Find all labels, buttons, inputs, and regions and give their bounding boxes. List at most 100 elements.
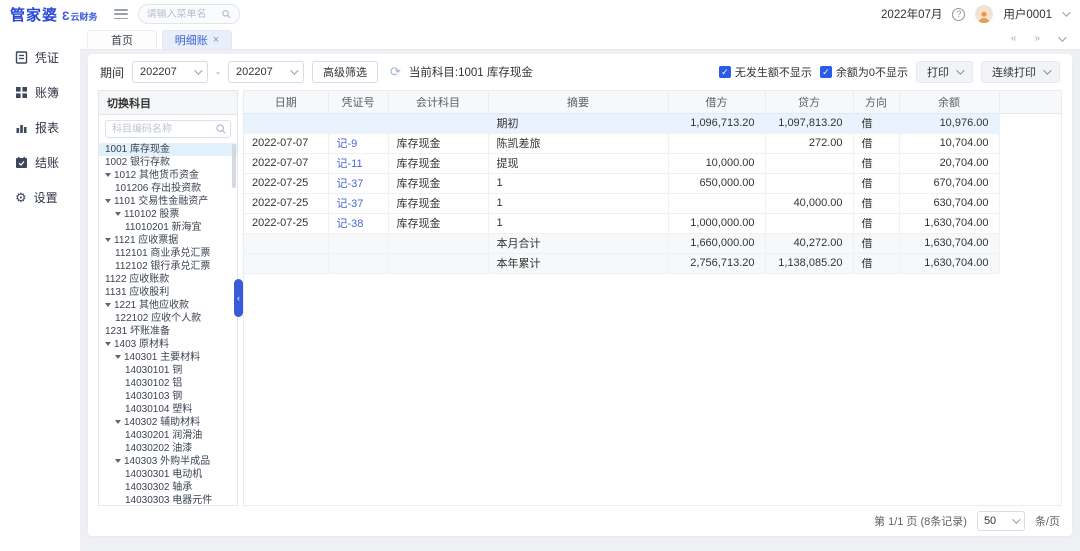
tree-item-140303[interactable]: 140303 外购半成品 <box>99 455 237 468</box>
tree-item-112101[interactable]: 112101 商业承兑汇票 <box>99 247 237 260</box>
tree-item-112102[interactable]: 112102 银行承兑汇票 <box>99 260 237 273</box>
sidebar-item-voucher[interactable]: 凭证 <box>0 40 80 75</box>
tree-expand-arrow-icon[interactable] <box>115 459 121 463</box>
tree-item-1122[interactable]: 1122 应收账款 <box>99 273 237 286</box>
tree-item-14030302[interactable]: 14030302 轴承 <box>99 481 237 494</box>
table-row-summary[interactable]: 本年累计2,756,713.201,138,085.20借1,630,704.0… <box>244 253 1061 273</box>
tree-item-1002[interactable]: 1002 银行存款 <box>99 156 237 169</box>
tree-expand-arrow-icon[interactable] <box>105 173 111 177</box>
cell-credit: 40,272.00 <box>765 233 853 253</box>
sidebar-item-settings[interactable]: ⚙ 设置 <box>0 180 80 215</box>
tree-item-1001[interactable]: 1001 库存现金 <box>99 143 237 156</box>
tree-item-label: 1002 银行存款 <box>105 157 170 168</box>
cell-date: 2022-07-07 <box>244 133 328 153</box>
table-row[interactable]: 2022-07-25记-37库存现金1650,000.00借670,704.00 <box>244 173 1061 193</box>
page-size-select[interactable]: 50 <box>977 511 1025 531</box>
panel-collapse-handle[interactable]: ‹ <box>234 279 243 317</box>
table-row-opening[interactable]: 期初1,096,713.201,097,813.20借10,976.00 <box>244 113 1061 133</box>
checkbox-no-activity[interactable]: ✓ 无发生额不显示 <box>719 64 812 80</box>
menu-search[interactable] <box>138 4 240 24</box>
tree-expand-arrow-icon[interactable] <box>105 303 111 307</box>
sidebar-item-ledger[interactable]: 账簿 <box>0 75 80 110</box>
tree-item-1403[interactable]: 1403 原材料 <box>99 338 237 351</box>
app-logo: 管家婆 Ɛ 云财务 <box>10 4 98 25</box>
tree-expand-arrow-icon[interactable] <box>105 342 111 346</box>
cell-subject: 库存现金 <box>388 193 488 213</box>
checkbox-zero-balance[interactable]: ✓ 余额为0不显示 <box>820 64 908 80</box>
refresh-icon[interactable]: ⟳ <box>390 64 401 80</box>
tree-item-label: 14030303 电器元件 <box>125 495 212 505</box>
period-to-select[interactable]: 202207 <box>228 61 304 83</box>
tree-expand-arrow-icon[interactable] <box>105 238 111 242</box>
menu-search-input[interactable] <box>147 9 218 20</box>
print-button[interactable]: 打印 <box>916 61 973 83</box>
tree-item-1221[interactable]: 1221 其他应收款 <box>99 299 237 312</box>
tree-item-14030103[interactable]: 14030103 钢 <box>99 390 237 403</box>
page-size-unit: 条/页 <box>1035 513 1060 529</box>
tree-item-1231[interactable]: 1231 坏账准备 <box>99 325 237 338</box>
table-row-summary[interactable]: 本月合计1,660,000.0040,272.00借1,630,704.00 <box>244 233 1061 253</box>
tree-expand-arrow-icon[interactable] <box>115 355 121 359</box>
tree-item-140302[interactable]: 140302 辅助材料 <box>99 416 237 429</box>
tree-item-14030101[interactable]: 14030101 铜 <box>99 364 237 377</box>
tree-item-110102[interactable]: 110102 股票 <box>99 208 237 221</box>
tree-item-140301[interactable]: 140301 主要材料 <box>99 351 237 364</box>
tree-scrollbar-thumb[interactable] <box>232 144 236 188</box>
tab-scroll-left-icon[interactable]: « <box>1011 33 1017 44</box>
period-from-select[interactable]: 202207 <box>132 61 208 83</box>
tree-item-14030102[interactable]: 14030102 铝 <box>99 377 237 390</box>
sidebar-item-report[interactable]: 报表 <box>0 110 80 145</box>
tree-item-14030104[interactable]: 14030104 塑料 <box>99 403 237 416</box>
tree-item-101206[interactable]: 101206 存出投资款 <box>99 182 237 195</box>
tree-item-14030202[interactable]: 14030202 油漆 <box>99 442 237 455</box>
cell-subject <box>388 113 488 133</box>
table-row[interactable]: 2022-07-07记-9库存现金陈凯差旅272.00借10,704.00 <box>244 133 1061 153</box>
tree-search[interactable] <box>105 120 231 138</box>
help-icon[interactable]: ? <box>952 8 965 21</box>
table-row[interactable]: 2022-07-25记-38库存现金11,000,000.00借1,630,70… <box>244 213 1061 233</box>
tab-scroll-right-icon[interactable]: » <box>1034 33 1040 44</box>
tree-expand-arrow-icon[interactable] <box>115 420 121 424</box>
tree-search-input[interactable] <box>105 120 231 138</box>
close-tab-icon[interactable]: × <box>213 35 219 46</box>
menu-toggle-icon[interactable] <box>114 9 128 19</box>
tree-expand-arrow-icon[interactable] <box>105 199 111 203</box>
tab-list-caret-icon[interactable] <box>1058 33 1066 41</box>
voucher-link[interactable]: 记-9 <box>337 138 358 150</box>
table-row[interactable]: 2022-07-25记-37库存现金140,000.00借630,704.00 <box>244 193 1061 213</box>
tree-item-14030301[interactable]: 14030301 电动机 <box>99 468 237 481</box>
user-menu[interactable]: 用户0001 <box>1003 6 1052 22</box>
account-tree-panel: 切换科目 1001 库存现金1002 银行存款1012 其他货币资金101206… <box>98 90 238 506</box>
tree-item-1131[interactable]: 1131 应收股利 <box>99 286 237 299</box>
sidebar-item-label: 结账 <box>35 154 59 171</box>
tree-item-1121[interactable]: 1121 应收票据 <box>99 234 237 247</box>
tree-expand-arrow-icon[interactable] <box>115 212 121 216</box>
advanced-filter-button[interactable]: 高级筛选 <box>312 61 378 83</box>
tree-item-11010201[interactable]: 11010201 新海宜 <box>99 221 237 234</box>
continuous-print-button[interactable]: 连续打印 <box>981 61 1060 83</box>
voucher-link[interactable]: 记-37 <box>337 198 364 210</box>
voucher-link[interactable]: 记-38 <box>337 218 364 230</box>
tab-home[interactable]: 首页 <box>87 30 157 49</box>
current-subject-label: 当前科目:1001 库存现金 <box>409 64 533 80</box>
tab-detail-ledger[interactable]: 明细账 × <box>162 30 232 49</box>
sidebar-item-closing[interactable]: 结账 <box>0 145 80 180</box>
user-caret-icon[interactable] <box>1062 8 1070 16</box>
tree-item-label: 1403 原材料 <box>114 339 169 350</box>
current-period[interactable]: 2022年07月 <box>881 6 942 22</box>
cell-subject <box>388 253 488 273</box>
tree-item-14030201[interactable]: 14030201 润滑油 <box>99 429 237 442</box>
cell-date: 2022-07-25 <box>244 173 328 193</box>
avatar[interactable] <box>975 5 993 23</box>
tree-item-122102[interactable]: 122102 应收个人款 <box>99 312 237 325</box>
voucher-link[interactable]: 记-37 <box>337 178 364 190</box>
tree-item-14030303[interactable]: 14030303 电器元件 <box>99 494 237 505</box>
voucher-link[interactable]: 记-11 <box>337 158 363 170</box>
cell-credit: 272.00 <box>765 133 853 153</box>
tree-item-1012[interactable]: 1012 其他货币资金 <box>99 169 237 182</box>
tree-item-1101[interactable]: 1101 交易性金融资产 <box>99 195 237 208</box>
cell-direction: 借 <box>853 213 899 233</box>
page-info: 第 1/1 页 (8条记录) <box>874 513 967 529</box>
cell-balance: 10,704.00 <box>899 133 999 153</box>
table-row[interactable]: 2022-07-07记-11库存现金提现10,000.00借20,704.00 <box>244 153 1061 173</box>
